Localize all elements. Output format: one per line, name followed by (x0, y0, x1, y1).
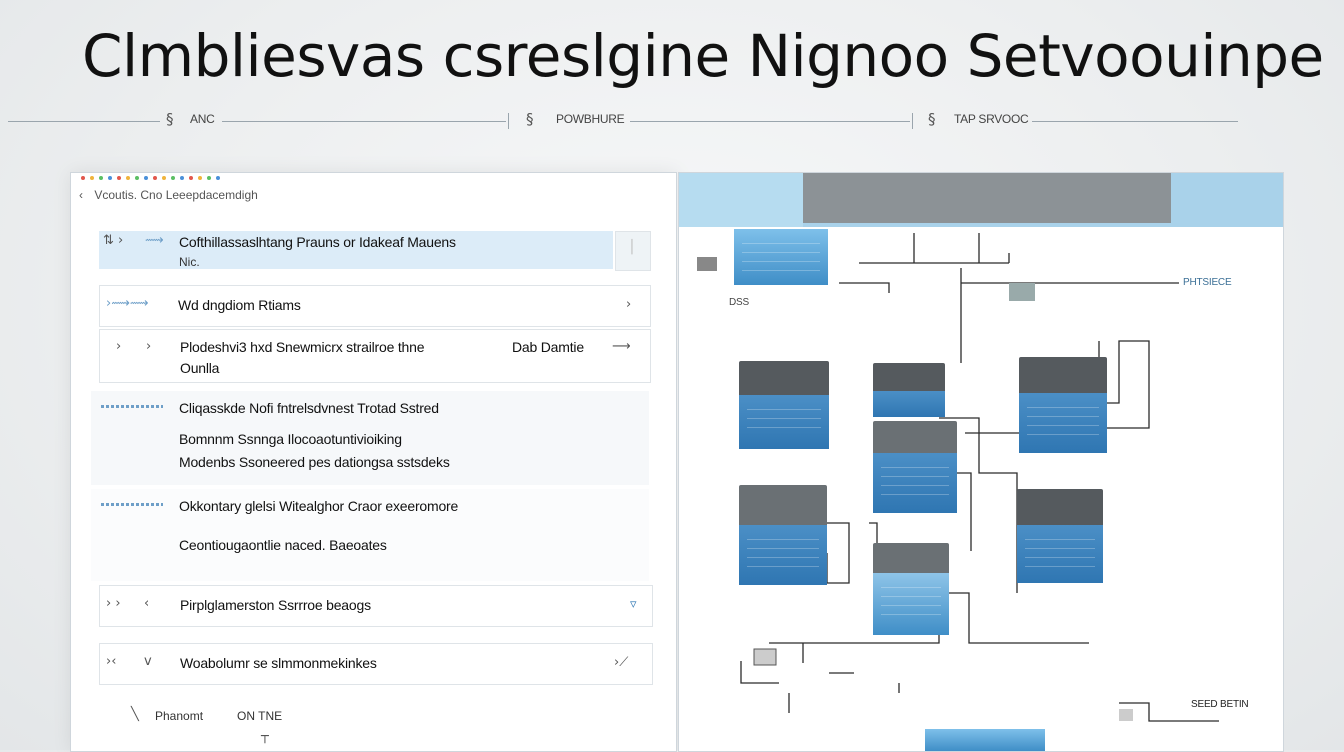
list-item-title: Woabolumr se slmmonmekinkes (180, 655, 377, 671)
diagram-label: DSS (729, 297, 749, 308)
list-item-sub: Nic. (179, 255, 200, 269)
server-unit[interactable] (734, 229, 828, 285)
list-item-line: Ceontiougaontlie naced. Baeoates (179, 537, 387, 553)
list-item-title: Wd dngdiom Rtiams (178, 297, 301, 313)
window-dot (207, 176, 211, 180)
tick-icon: ┬ (261, 729, 269, 744)
window-dot (198, 176, 202, 180)
chevron-down-icon: v (144, 654, 152, 669)
server-unit[interactable] (1017, 489, 1103, 583)
list-item[interactable]: ›⟿⟿ Wd dngdiom Rtiams › (99, 285, 651, 327)
list-item[interactable]: Okkontary glelsi Witealghor Craor exeero… (91, 489, 649, 581)
window-dots (81, 176, 220, 180)
list-item-title: Plodeshvi3 hxd Snewmicrx strailroe thne (180, 339, 425, 355)
window-dot (126, 176, 130, 180)
list-item-title: Pirplglamerston Ssrrroe beaogs (180, 597, 371, 613)
footer-right[interactable]: ON TNE (237, 709, 282, 723)
expand-icon[interactable]: ⇅ › (103, 233, 123, 248)
list-item[interactable]: › › Plodeshvi3 hxd Snewmicrx strailroe t… (99, 329, 651, 383)
server-unit[interactable] (873, 543, 949, 635)
back-arrow-icon[interactable]: ‹ (79, 188, 83, 202)
window-dot (90, 176, 94, 180)
settings-list-panel: ‹ Vcoutis. Cno Leeepdacemdigh ⇅ › ⟿ Coft… (70, 172, 677, 752)
chevron-right-icon[interactable]: › (626, 297, 631, 312)
window-dot (99, 176, 103, 180)
arrow-right-icon[interactable]: ›⟋ (614, 655, 628, 670)
list-item-selected[interactable]: ⇅ › ⟿ Cofthillassaslhtang Prauns or Idak… (99, 231, 613, 269)
window-dot (216, 176, 220, 180)
list-item-line: Bomnnm Ssnnga Ilocoaotuntivioiking (179, 431, 402, 447)
chevron-right-icon[interactable]: › › (106, 596, 121, 611)
server-unit[interactable] (873, 421, 957, 513)
list-item-sub: Ounlla (180, 360, 220, 376)
section-icon: § (928, 110, 936, 128)
chevron-down-icon[interactable]: ▿ (630, 597, 637, 612)
row-handle[interactable]: │ (615, 231, 651, 271)
window-dot (153, 176, 157, 180)
server-unit[interactable] (925, 729, 1045, 751)
window-dot (162, 176, 166, 180)
diagram-label: PHTSIECE (1183, 277, 1232, 288)
footer: ╲ Phanomt ON TNE ┬ (131, 703, 371, 744)
section-label-2[interactable]: POWBHURE (556, 112, 625, 126)
chevron-right-icon[interactable]: › (116, 339, 121, 354)
window-dot (81, 176, 85, 180)
list-item[interactable]: ›‹ v Woabolumr se slmmonmekinkes ›⟋ (99, 643, 653, 685)
chevron-left-icon: ‹ (144, 596, 150, 611)
window-dot (171, 176, 175, 180)
window-dot (189, 176, 193, 180)
section-icon: § (166, 110, 174, 128)
diagram-label: SEED BETIN (1191, 699, 1249, 710)
footer-left[interactable]: Phanomt (155, 709, 203, 723)
server-unit[interactable] (739, 485, 827, 585)
divider (222, 121, 506, 122)
server-unit[interactable] (873, 363, 945, 417)
slash-icon: ╲ (131, 707, 139, 722)
window-dot (144, 176, 148, 180)
link-icon: ⟿ (145, 233, 164, 248)
list-item-title: Cofthillassaslhtang Prauns or Idakeaf Ma… (179, 234, 456, 250)
server-unit[interactable] (739, 361, 829, 449)
divider (1032, 121, 1238, 122)
section-icon: § (526, 110, 534, 128)
divider (8, 121, 160, 122)
section-label-3[interactable]: TAP SRVOOC (954, 112, 1029, 126)
section-label-1[interactable]: ANC (190, 112, 215, 126)
window-dot (108, 176, 112, 180)
section-header-row: § ANC § POWBHURE § TAP SRVOOC (0, 104, 1344, 136)
link-icon (101, 503, 163, 506)
arrow-right-icon[interactable]: ⟶ (612, 339, 631, 354)
window-dot (135, 176, 139, 180)
chevron-right-icon[interactable]: ›‹ (106, 654, 116, 669)
chevron-right-icon: ›⟿⟿ (106, 296, 149, 311)
chevron-right-icon: › (146, 339, 152, 354)
list-item-title: Okkontary glelsi Witealghor Craor exeero… (179, 498, 459, 514)
list-item-title: Cliqasskde Nofi fntrelsdvnest Trotad Sst… (179, 400, 439, 416)
list-item-value: Dab Damtie (512, 339, 584, 355)
server-unit[interactable] (1019, 357, 1107, 453)
divider (630, 121, 910, 122)
network-diagram-panel: PHTSIECE SEED BETIN DSS (678, 172, 1284, 752)
list-item-line: Modenbs Ssoneered pes dationgsa sstsdeks (179, 454, 450, 470)
list-item[interactable]: › › ‹ Pirplglamerston Ssrrroe beaogs ▿ (99, 585, 653, 627)
page-title: Clmbliesvas csreslgine Nignoo Setvoouinp… (82, 22, 1324, 90)
window-dot (117, 176, 121, 180)
list-item[interactable]: Cliqasskde Nofi fntrelsdvnest Trotad Sst… (91, 391, 649, 485)
link-icon (101, 405, 163, 408)
window-dot (180, 176, 184, 180)
breadcrumb: ‹ Vcoutis. Cno Leeepdacemdigh (79, 188, 258, 202)
breadcrumb-text[interactable]: Vcoutis. Cno Leeepdacemdigh (94, 188, 257, 202)
